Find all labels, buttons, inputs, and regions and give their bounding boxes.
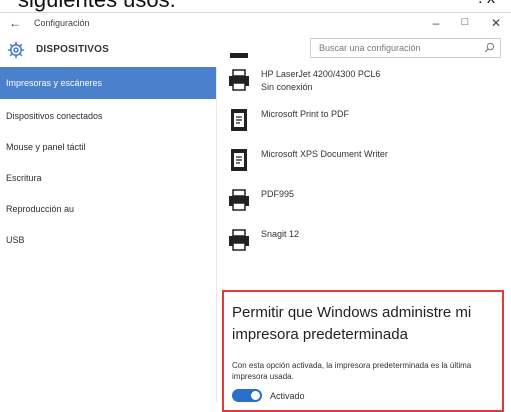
default-printer-toggle[interactable]: [232, 389, 262, 402]
printer-icon: [229, 69, 249, 91]
sidebar-item-connected-devices[interactable]: Dispositivos conectados: [0, 100, 216, 132]
xps-document-icon: [231, 149, 247, 171]
toggle-knob: [251, 391, 260, 400]
toggle-state-label: Activado: [270, 391, 305, 401]
maximize-button[interactable]: □: [456, 16, 474, 28]
close-button[interactable]: ✕: [487, 16, 505, 30]
default-printer-setting-highlight: Permitir que Windows administre mi impre…: [222, 290, 504, 412]
printer-name: Microsoft XPS Document Writer: [261, 149, 388, 159]
caption-marks: . x: [478, 0, 495, 8]
sidebar-item-autoplay[interactable]: Reproducción au: [0, 193, 216, 225]
minimize-button[interactable]: –: [427, 16, 445, 30]
app-title: Configuración: [34, 18, 90, 28]
printer-item[interactable]: Microsoft XPS Document Writer: [228, 149, 498, 183]
sidebar-item-typing[interactable]: Escritura: [0, 162, 216, 194]
page-title: DISPOSITIVOS: [36, 44, 109, 55]
gear-icon: [7, 41, 25, 59]
printer-item[interactable]: Snagit 12: [228, 229, 498, 263]
printer-name: PDF995: [261, 189, 295, 199]
search-icon[interactable]: [484, 42, 495, 53]
sidebar-item-printers-scanners[interactable]: Impresoras y escáneres: [0, 67, 216, 99]
printer-icon: [229, 189, 249, 211]
printer-name: Microsoft Print to PDF: [261, 109, 350, 119]
settings-window: ← Configuración – □ ✕ DISPOSITIVOS Impre…: [0, 12, 511, 412]
printer-icon: [229, 229, 249, 251]
printer-item[interactable]: HP LaserJet 4200/4300 PCL6 Sin conexión: [228, 69, 498, 103]
printer-name: HP LaserJet 4200/4300 PCL6: [261, 69, 381, 79]
printer-list: HP LaserJet 4200/4300 PCL6 Sin conexión …: [228, 53, 498, 283]
setting-title: Permitir que Windows administre mi impre…: [232, 304, 472, 343]
sidebar-nav: Impresoras y escáneres Dispositivos cone…: [0, 67, 216, 402]
back-arrow-icon[interactable]: ←: [9, 16, 21, 30]
setting-description: Con esta opción activada, la impresora p…: [232, 361, 472, 381]
title-bar: ← Configuración – □ ✕: [0, 13, 511, 35]
pane-divider: [216, 67, 217, 402]
printer-item[interactable]: PDF995: [228, 189, 498, 223]
printer-name: Snagit 12: [261, 229, 300, 239]
pdf-document-icon: [231, 109, 247, 131]
sidebar-item-mouse-touchpad[interactable]: Mouse y panel táctil: [0, 131, 216, 163]
sidebar-item-usb[interactable]: USB: [0, 224, 216, 256]
printer-status: Sin conexión: [261, 82, 313, 92]
printer-item[interactable]: Microsoft Print to PDF: [228, 109, 498, 143]
printer-icon: [230, 53, 248, 58]
